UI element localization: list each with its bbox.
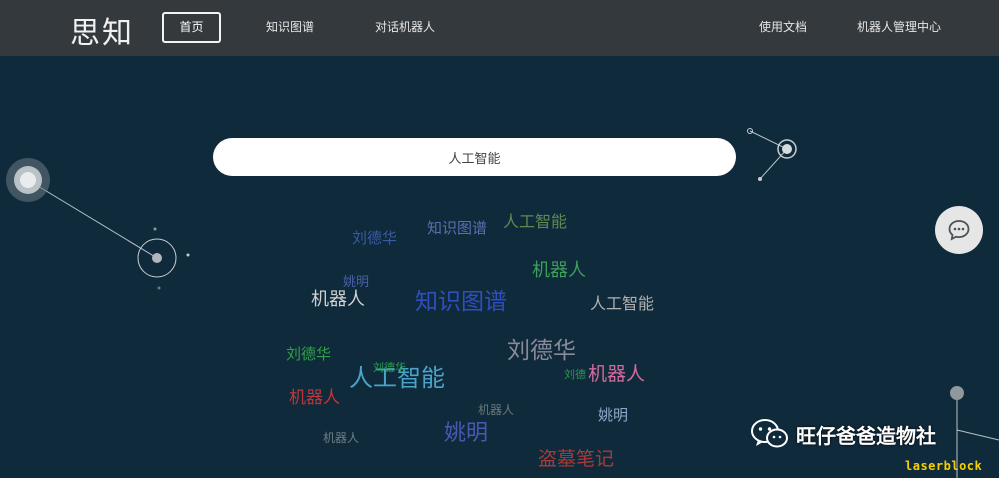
watermark-text: 旺仔爸爸造物社 xyxy=(796,423,936,448)
word-cloud-tag[interactable]: 知识图谱 xyxy=(427,221,487,236)
word-cloud-tag[interactable]: 姚明 xyxy=(598,408,628,423)
word-cloud-tag[interactable]: 机器人 xyxy=(532,262,586,280)
word-cloud-tag[interactable]: 人工智能 xyxy=(503,214,567,230)
word-cloud-tag[interactable]: 盗墓笔记 xyxy=(538,450,614,469)
network-link xyxy=(759,148,788,180)
nav-chatbot[interactable]: 对话机器人 xyxy=(375,12,435,43)
nav-bot-management[interactable]: 机器人管理中心 xyxy=(857,12,941,43)
word-cloud-tag[interactable]: 刘德华 xyxy=(507,340,576,363)
network-node-core xyxy=(20,172,36,188)
word-cloud-tag[interactable]: 机器人 xyxy=(311,291,365,309)
word-cloud-tag[interactable]: 知识图谱 xyxy=(415,291,507,314)
chat-bubble-icon xyxy=(948,220,970,241)
network-node xyxy=(782,144,792,154)
word-cloud-tag[interactable]: 刘德华 xyxy=(373,362,406,373)
word-cloud-tag[interactable]: 刘德华 xyxy=(352,231,397,246)
word-cloud-tag[interactable]: 姚明 xyxy=(444,423,488,445)
watermark: 旺仔爸爸造物社 xyxy=(750,418,936,450)
network-node xyxy=(152,253,162,263)
network-link xyxy=(27,179,158,259)
network-link xyxy=(749,130,788,150)
word-cloud-tag[interactable]: 机器人 xyxy=(289,390,340,407)
network-link xyxy=(956,429,999,441)
brand-tag: laserblock xyxy=(905,459,983,473)
word-cloud-tag[interactable]: 刘德华 xyxy=(286,347,331,362)
network-dot xyxy=(186,253,190,257)
word-cloud-tag[interactable]: 机器人 xyxy=(323,432,359,444)
search-input[interactable] xyxy=(213,138,736,176)
network-dot xyxy=(153,227,157,231)
word-cloud-tag[interactable]: 人工智能 xyxy=(590,296,654,312)
network-node xyxy=(950,386,964,400)
network-dot xyxy=(758,177,762,181)
logo[interactable]: 思知 xyxy=(70,8,134,52)
word-cloud-tag[interactable]: 姚明 xyxy=(343,276,369,289)
word-cloud-tag[interactable]: 刘德 xyxy=(564,369,586,380)
nav-home[interactable]: 首页 xyxy=(162,12,221,43)
nav-knowledge-graph[interactable]: 知识图谱 xyxy=(266,12,314,43)
chat-button[interactable] xyxy=(935,206,983,254)
word-cloud-tag[interactable]: 机器人 xyxy=(588,365,645,384)
nav-docs[interactable]: 使用文档 xyxy=(759,12,807,43)
word-cloud-tag[interactable]: 机器人 xyxy=(478,404,514,416)
wechat-icon xyxy=(751,419,788,448)
top-nav-bar: 思知 首页 知识图谱 对话机器人 使用文档 机器人管理中心 xyxy=(0,0,999,56)
network-dot xyxy=(157,286,161,290)
